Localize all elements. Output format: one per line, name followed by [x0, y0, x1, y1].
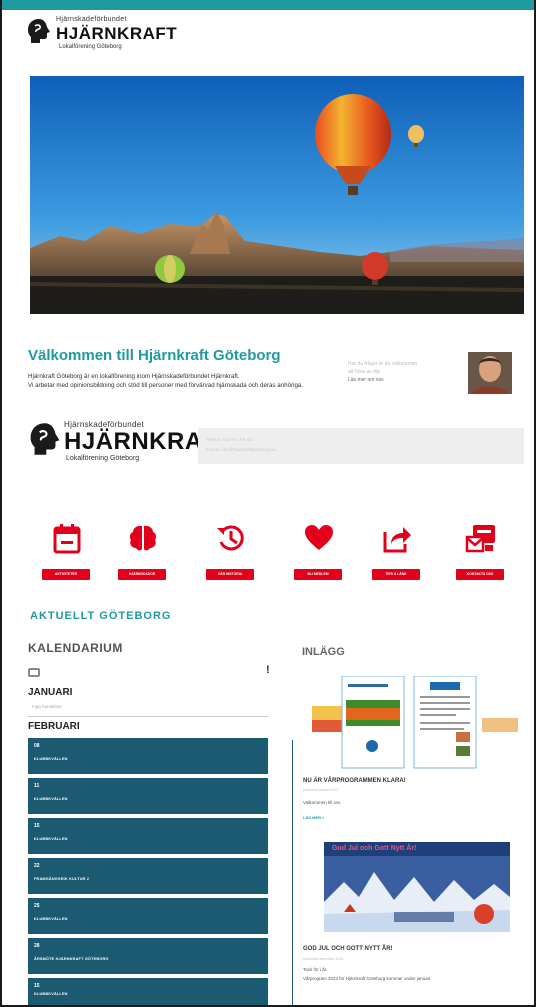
page-frame [0, 0, 536, 1007]
